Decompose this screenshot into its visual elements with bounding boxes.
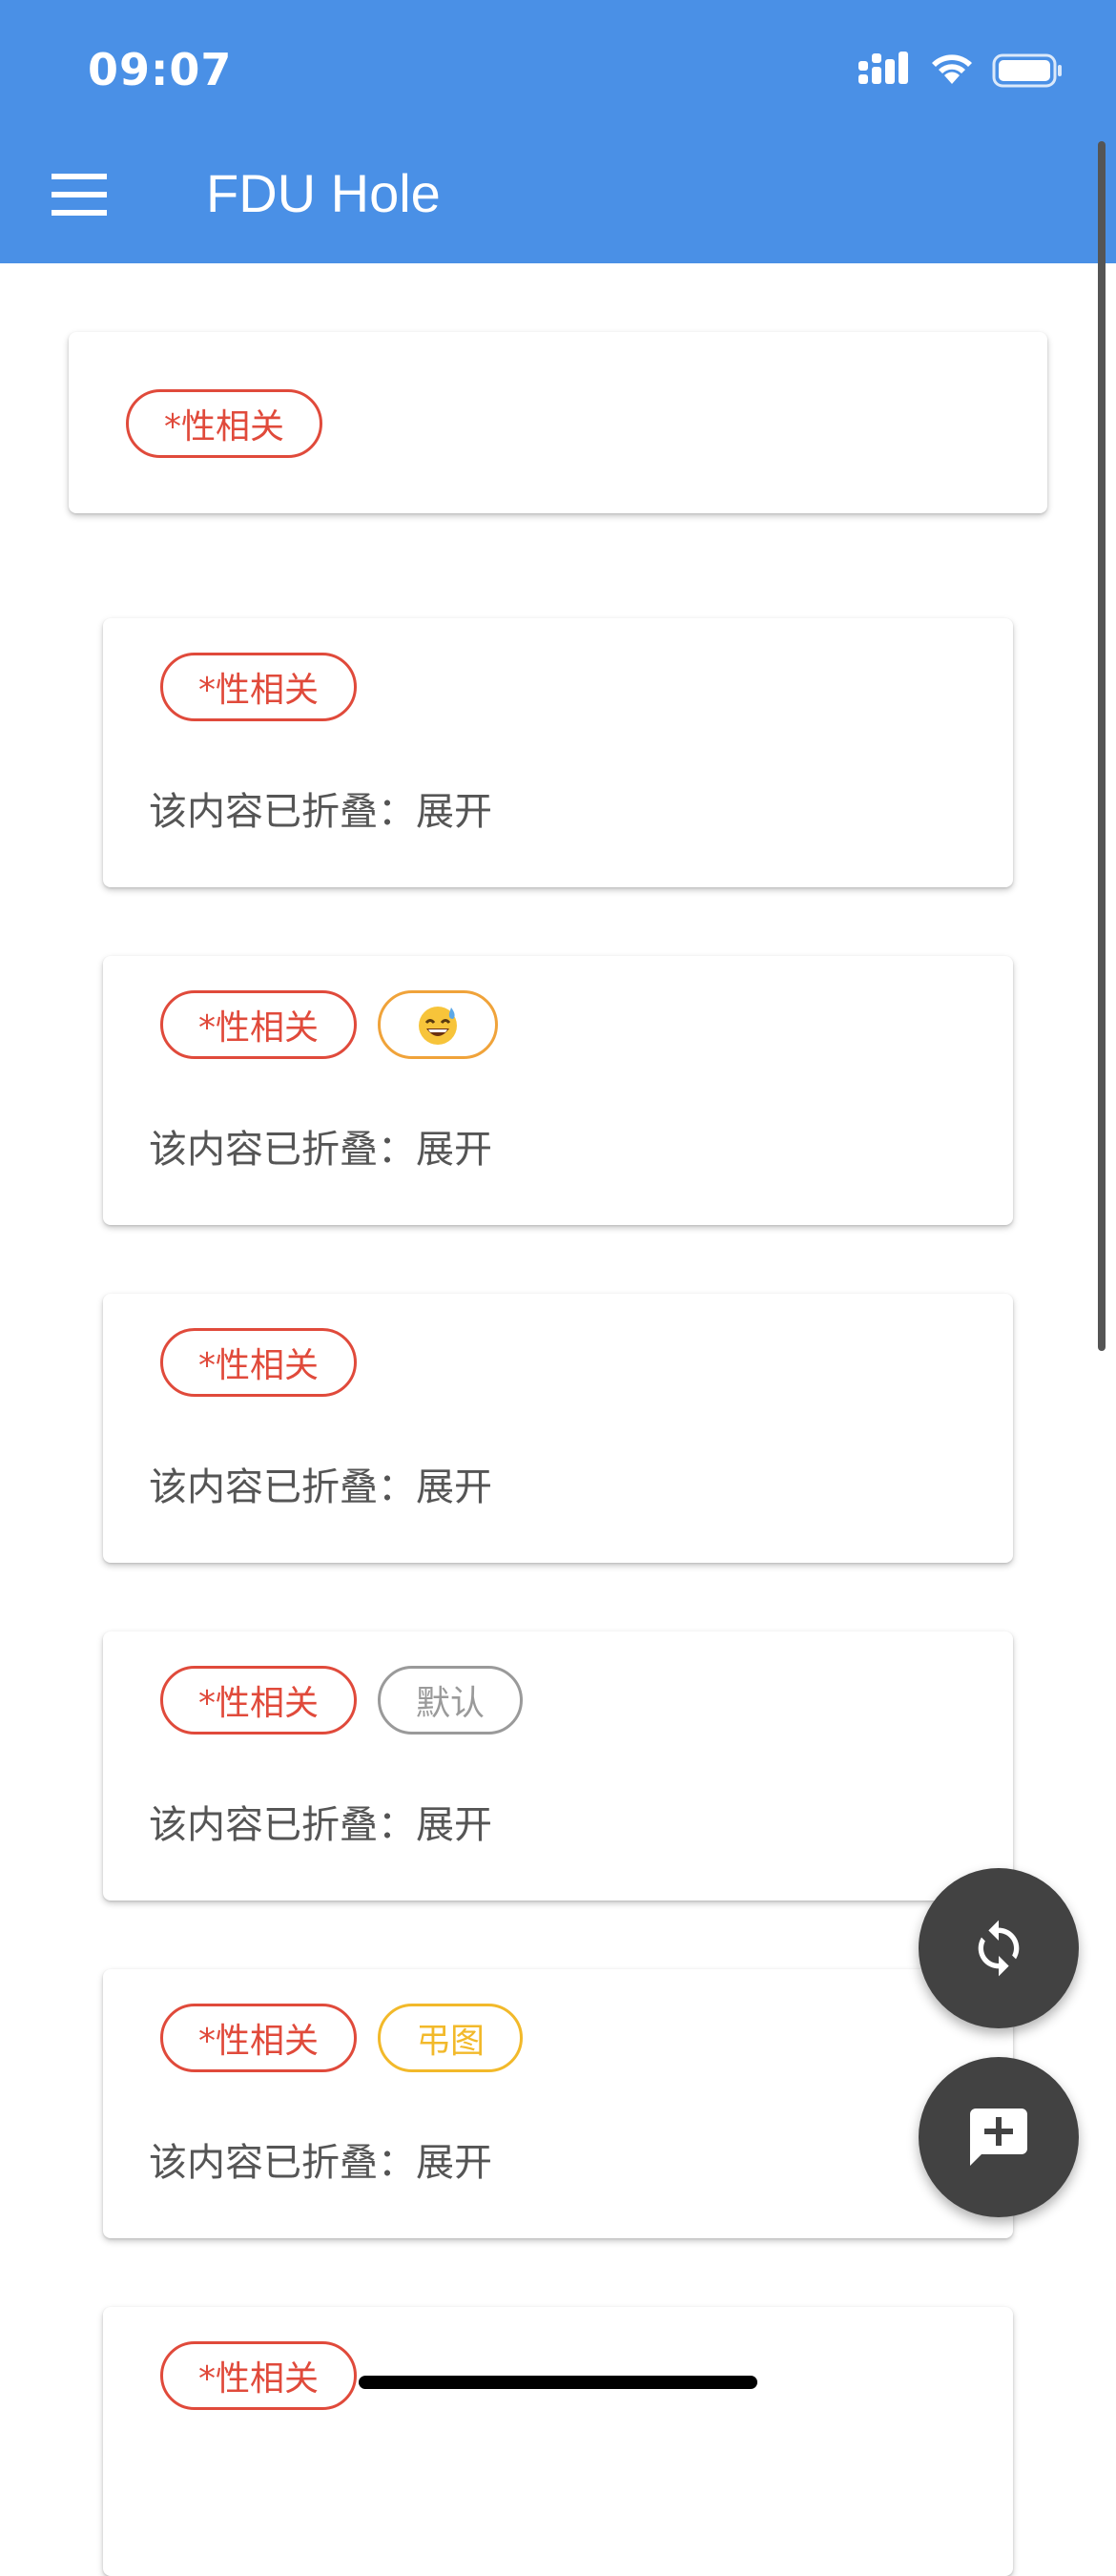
battery-icon [992,53,1062,88]
app-title: FDU Hole [206,163,441,223]
menu-icon[interactable] [52,174,107,216]
post-tag-sex-related[interactable]: *性相关 [160,1666,357,1735]
collapsed-notice[interactable]: 该内容已折叠：展开 [149,780,492,836]
collapsed-notice[interactable]: 该内容已折叠：展开 [149,1456,492,1511]
wifi-icon [932,54,972,84]
new-post-button[interactable] [919,2057,1079,2217]
post-tag-sex-related[interactable]: *性相关 [160,653,357,721]
scrollbar[interactable] [1098,141,1106,1351]
sweat-smile-emoji-icon [419,1007,457,1045]
post-card[interactable]: *性相关 该内容已折叠：展开 [103,618,1013,887]
add-comment-icon [970,2109,1027,2166]
post-tag-default[interactable]: 默认 [378,1666,523,1735]
app-bar: 09:07 FDU Hole [0,0,1116,263]
post-card[interactable]: *性相关 该内容已折叠：展开 [103,956,1013,1225]
status-time: 09:07 [88,44,233,95]
post-card[interactable]: *性相关 [103,2307,1013,2576]
tag-filter-card: *性相关 [69,332,1047,513]
post-tag-sex-related[interactable]: *性相关 [160,1328,357,1397]
post-card[interactable]: *性相关 该内容已折叠：展开 [103,1294,1013,1563]
post-tag-sex-related[interactable]: *性相关 [160,2004,357,2072]
post-tag-sex-related[interactable]: *性相关 [160,990,357,1059]
post-card[interactable]: *性相关 弔图 该内容已折叠：展开 [103,1969,1013,2238]
post-tag-meme-pic[interactable]: 弔图 [378,2004,523,2072]
collapsed-notice[interactable]: 该内容已折叠：展开 [149,2131,492,2187]
refresh-icon [978,1920,1020,1977]
refresh-button[interactable] [919,1868,1079,2028]
post-tag-sex-related[interactable]: *性相关 [160,2341,357,2410]
post-tag-emoji[interactable] [378,990,498,1059]
collapsed-notice[interactable]: 该内容已折叠：展开 [149,1118,492,1174]
filter-tag-sex-related[interactable]: *性相关 [126,389,322,458]
signal-icon [858,52,908,84]
post-card[interactable]: *性相关 默认 该内容已折叠：展开 [103,1631,1013,1901]
home-indicator[interactable] [359,2376,757,2389]
collapsed-notice[interactable]: 该内容已折叠：展开 [149,1794,492,1849]
